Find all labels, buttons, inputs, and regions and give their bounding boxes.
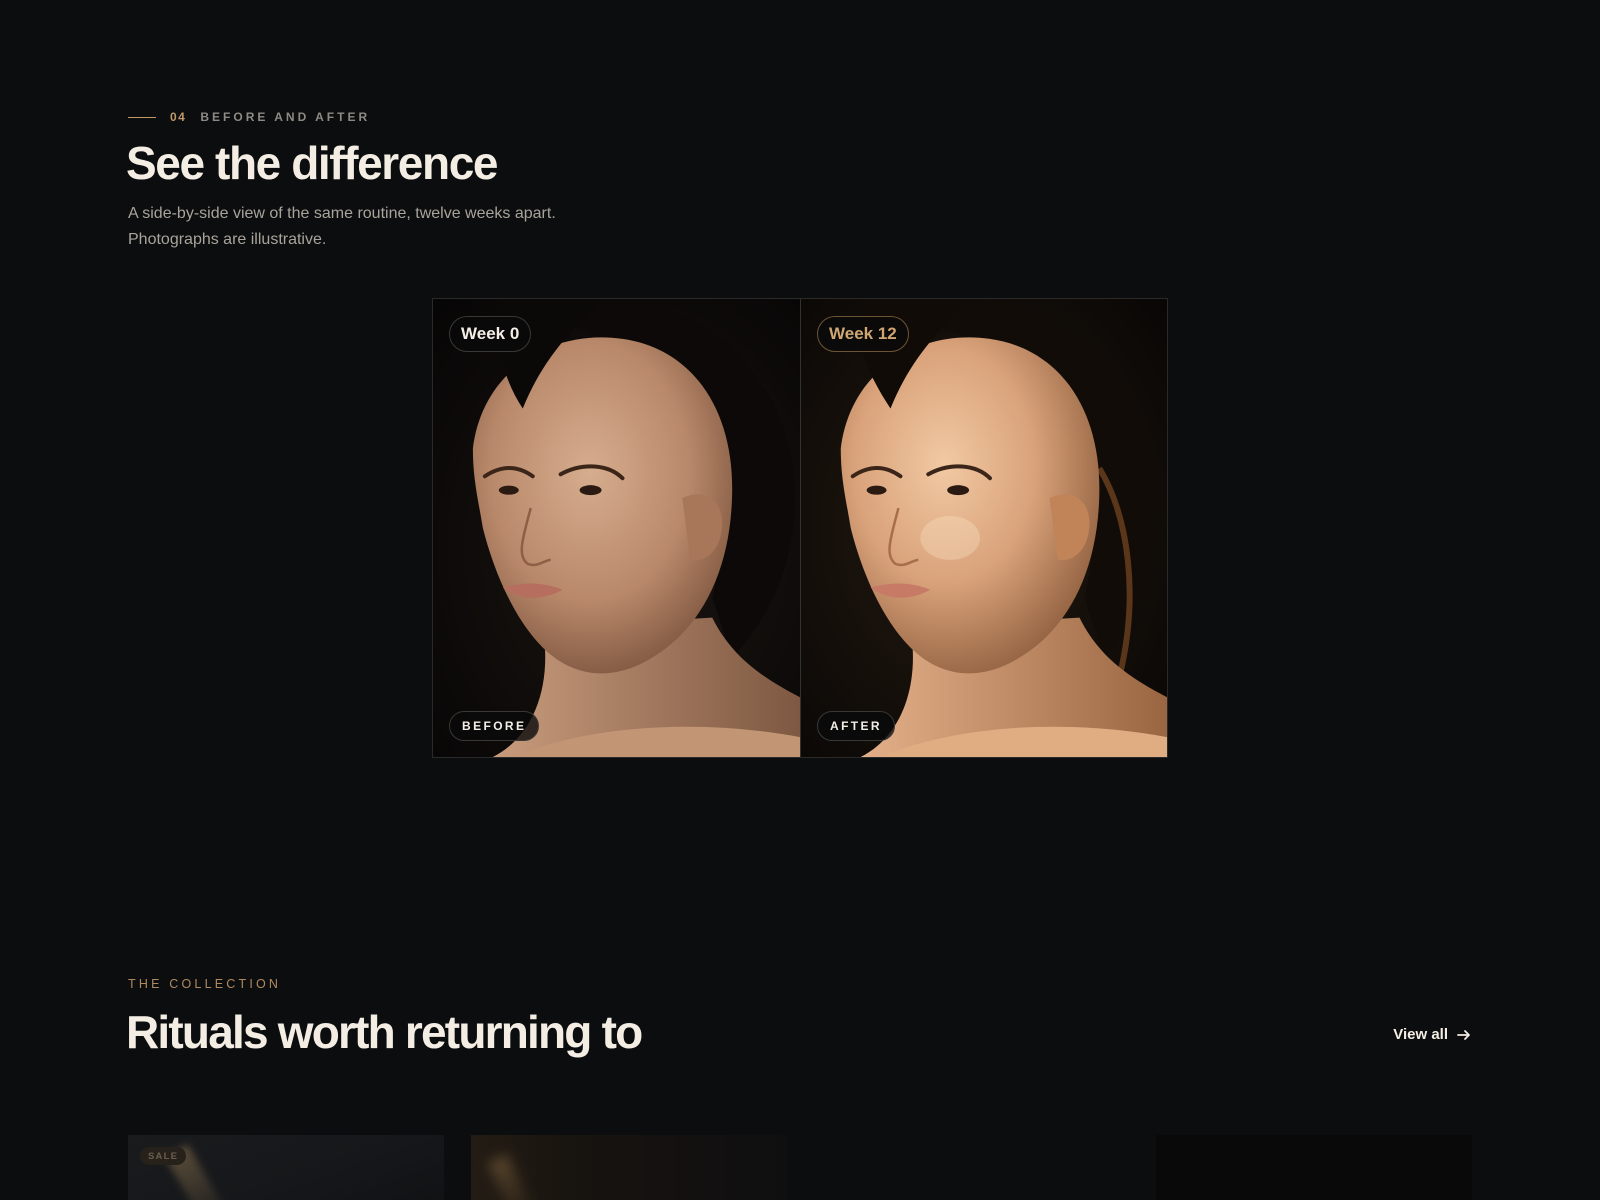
section-description: A side-by-side view of the same routine,… xyxy=(128,205,556,248)
page: 04 BEFORE AND AFTER See the difference A… xyxy=(0,0,1600,1200)
after-photo xyxy=(801,299,1167,757)
collection-eyebrow: THE COLLECTION xyxy=(128,977,282,991)
product-card[interactable]: SALE xyxy=(128,1135,444,1200)
product-card[interactable] xyxy=(1156,1135,1472,1200)
collection-title: Rituals worth returning to xyxy=(126,1006,643,1058)
product-image xyxy=(487,1153,537,1200)
week-12-badge: Week 12 xyxy=(817,316,909,352)
week-0-badge: Week 0 xyxy=(449,316,532,352)
section-title: See the difference xyxy=(126,137,498,189)
view-all-label: View all xyxy=(1393,1026,1448,1043)
view-all-link[interactable]: View all xyxy=(1393,1026,1472,1043)
section-eyebrow-label: BEFORE AND AFTER xyxy=(200,110,371,124)
after-panel: Week 12 AFTER xyxy=(800,299,1167,757)
product-card[interactable] xyxy=(814,1135,1130,1200)
section-number: 04 xyxy=(170,110,187,124)
section-eyebrow: 04 BEFORE AND AFTER xyxy=(128,110,370,124)
eyebrow-rule xyxy=(128,116,156,118)
before-label: BEFORE xyxy=(449,711,540,741)
before-photo xyxy=(433,299,800,757)
after-label: AFTER xyxy=(817,711,895,741)
sale-badge: SALE xyxy=(140,1147,187,1165)
product-card[interactable] xyxy=(471,1135,787,1200)
arrow-right-icon xyxy=(1457,1029,1470,1040)
before-after-comparison: Week 0 BEFORE Week 12 AFTER xyxy=(432,298,1168,758)
product-grid: SALE xyxy=(128,1135,1472,1200)
before-panel: Week 0 BEFORE xyxy=(433,299,800,757)
